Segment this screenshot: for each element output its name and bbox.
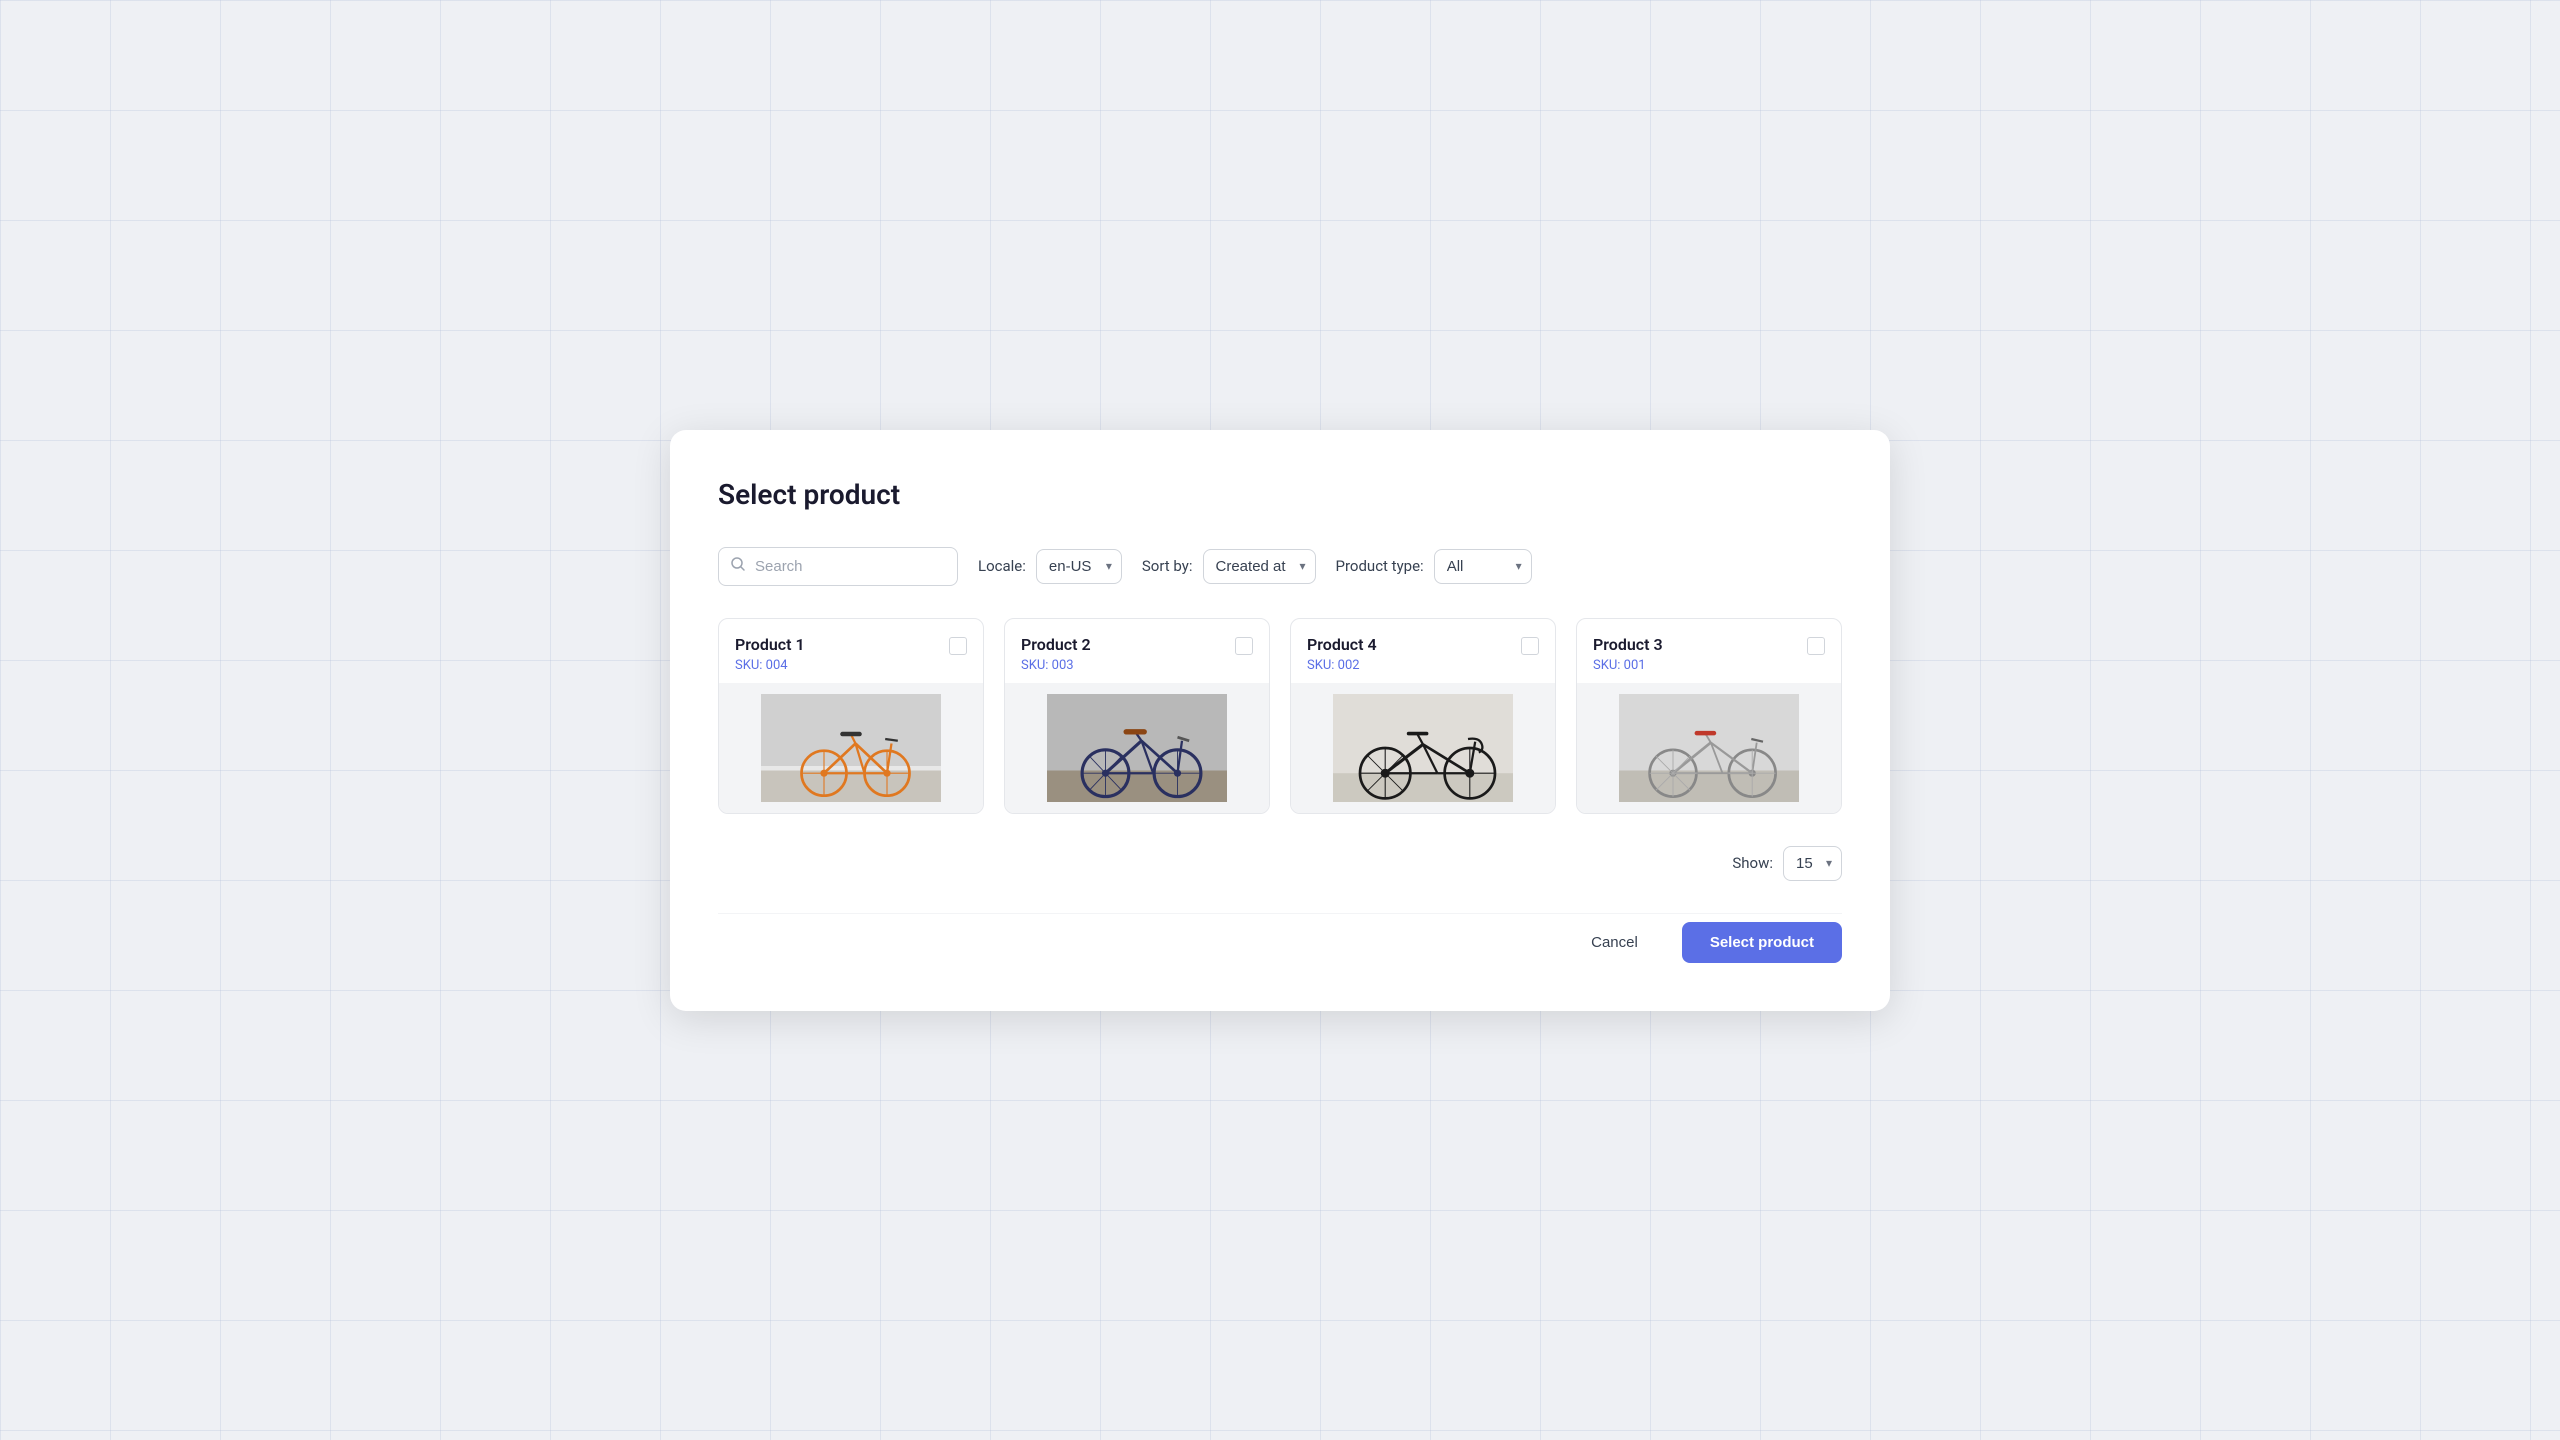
product-card[interactable]: Product 2 SKU: 003 <box>1004 618 1270 814</box>
product-sku: SKU: 001 <box>1593 658 1663 673</box>
product-card[interactable]: Product 3 SKU: 001 <box>1576 618 1842 814</box>
products-grid: Product 1 SKU: 004 <box>718 618 1842 814</box>
product-sku: SKU: 003 <box>1021 658 1091 673</box>
product-image <box>1005 683 1269 813</box>
product-type-filter-group: Product type: All Physical Digital <box>1336 549 1532 584</box>
search-icon <box>730 556 746 576</box>
product-type-label: Product type: <box>1336 557 1424 575</box>
product-checkbox[interactable] <box>949 637 967 655</box>
select-product-modal: Select product Locale: en-US en-GB <box>670 430 1890 1011</box>
product-card[interactable]: Product 1 SKU: 004 <box>718 618 984 814</box>
locale-filter-group: Locale: en-US en-GB fr-FR <box>978 549 1122 584</box>
pagination-row: Show: 15 30 50 <box>718 846 1842 881</box>
product-image <box>719 683 983 813</box>
product-info: Product 3 SKU: 001 <box>1593 635 1663 673</box>
sort-select[interactable]: Created at Name SKU <box>1203 549 1316 584</box>
product-sku: SKU: 002 <box>1307 658 1377 673</box>
product-checkbox[interactable] <box>1807 637 1825 655</box>
sort-filter-group: Sort by: Created at Name SKU <box>1142 549 1316 584</box>
product-card-header: Product 2 SKU: 003 <box>1005 619 1269 683</box>
product-checkbox[interactable] <box>1521 637 1539 655</box>
actions-row: Cancel Select product <box>718 913 1842 963</box>
product-card-header: Product 4 SKU: 002 <box>1291 619 1555 683</box>
filters-row: Locale: en-US en-GB fr-FR Sort by: Creat… <box>718 547 1842 586</box>
product-sku: SKU: 004 <box>735 658 805 673</box>
show-select[interactable]: 15 30 50 <box>1783 846 1842 881</box>
product-checkbox[interactable] <box>1235 637 1253 655</box>
sort-select-wrapper: Created at Name SKU <box>1203 549 1316 584</box>
select-product-button[interactable]: Select product <box>1682 922 1842 963</box>
product-type-select[interactable]: All Physical Digital <box>1434 549 1532 584</box>
product-card-header: Product 3 SKU: 001 <box>1577 619 1841 683</box>
search-wrapper <box>718 547 958 586</box>
product-card-header: Product 1 SKU: 004 <box>719 619 983 683</box>
product-card[interactable]: Product 4 SKU: 002 <box>1290 618 1556 814</box>
modal-title: Select product <box>718 478 1842 511</box>
locale-select[interactable]: en-US en-GB fr-FR <box>1036 549 1122 584</box>
product-name: Product 4 <box>1307 635 1377 654</box>
modal-overlay: Select product Locale: en-US en-GB <box>0 0 2560 1440</box>
search-input[interactable] <box>718 547 958 586</box>
product-info: Product 2 SKU: 003 <box>1021 635 1091 673</box>
product-info: Product 4 SKU: 002 <box>1307 635 1377 673</box>
show-select-wrapper: 15 30 50 <box>1783 846 1842 881</box>
product-image <box>1577 683 1841 813</box>
product-name: Product 1 <box>735 635 805 654</box>
product-image <box>1291 683 1555 813</box>
locale-label: Locale: <box>978 557 1026 575</box>
locale-select-wrapper: en-US en-GB fr-FR <box>1036 549 1122 584</box>
show-label: Show: <box>1732 854 1773 872</box>
product-name: Product 2 <box>1021 635 1091 654</box>
cancel-button[interactable]: Cancel <box>1563 922 1666 963</box>
product-info: Product 1 SKU: 004 <box>735 635 805 673</box>
sort-label: Sort by: <box>1142 557 1193 575</box>
product-type-select-wrapper: All Physical Digital <box>1434 549 1532 584</box>
product-name: Product 3 <box>1593 635 1663 654</box>
